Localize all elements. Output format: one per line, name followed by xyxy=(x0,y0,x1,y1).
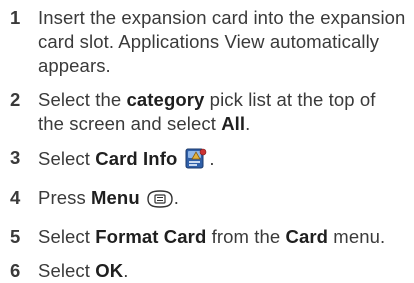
step-3: 3 Select Card Info . xyxy=(0,146,414,176)
all-keyword: All xyxy=(221,113,246,134)
step-text: Insert the expansion card into the expan… xyxy=(38,7,406,76)
step-text-part: Select xyxy=(38,226,96,247)
step-number: 4 xyxy=(10,187,21,208)
step-text-part: Press xyxy=(38,187,92,208)
step-6: 6 Select OK. xyxy=(0,259,414,283)
step-text-part: . xyxy=(245,113,251,134)
step-number: 6 xyxy=(10,260,21,281)
card-menu-keyword: Card xyxy=(285,226,329,247)
step-number: 1 xyxy=(10,7,21,28)
step-1: 1 Insert the expansion card into the exp… xyxy=(0,6,414,78)
step-number: 3 xyxy=(10,147,21,168)
category-keyword: category xyxy=(126,89,205,110)
step-number: 2 xyxy=(10,89,21,110)
menu-keyword: Menu xyxy=(91,187,140,208)
card-info-keyword: Card Info xyxy=(95,148,178,169)
step-text: Select Card Info . xyxy=(38,146,414,176)
step-5: 5 Select Format Card from the Card menu. xyxy=(0,225,414,249)
instruction-steps: 1 Insert the expansion card into the exp… xyxy=(0,0,414,283)
step-text-part: Select the xyxy=(38,89,127,110)
step-text-part: menu. xyxy=(328,226,386,247)
step-text: Select the category pick list at the top… xyxy=(38,88,414,136)
step-text-part: Select xyxy=(38,148,96,169)
card-info-app-icon xyxy=(183,146,209,176)
step-number: 5 xyxy=(10,226,21,247)
menu-button-icon xyxy=(146,189,174,215)
format-card-keyword: Format Card xyxy=(95,226,207,247)
step-text: Select Format Card from the Card menu. xyxy=(38,225,414,249)
step-4: 4 Press Menu . xyxy=(0,186,414,215)
step-text: Select OK. xyxy=(38,259,414,283)
step-text: Press Menu . xyxy=(38,186,414,215)
step-text-part: from the xyxy=(206,226,286,247)
step-2: 2 Select the category pick list at the t… xyxy=(0,88,414,136)
